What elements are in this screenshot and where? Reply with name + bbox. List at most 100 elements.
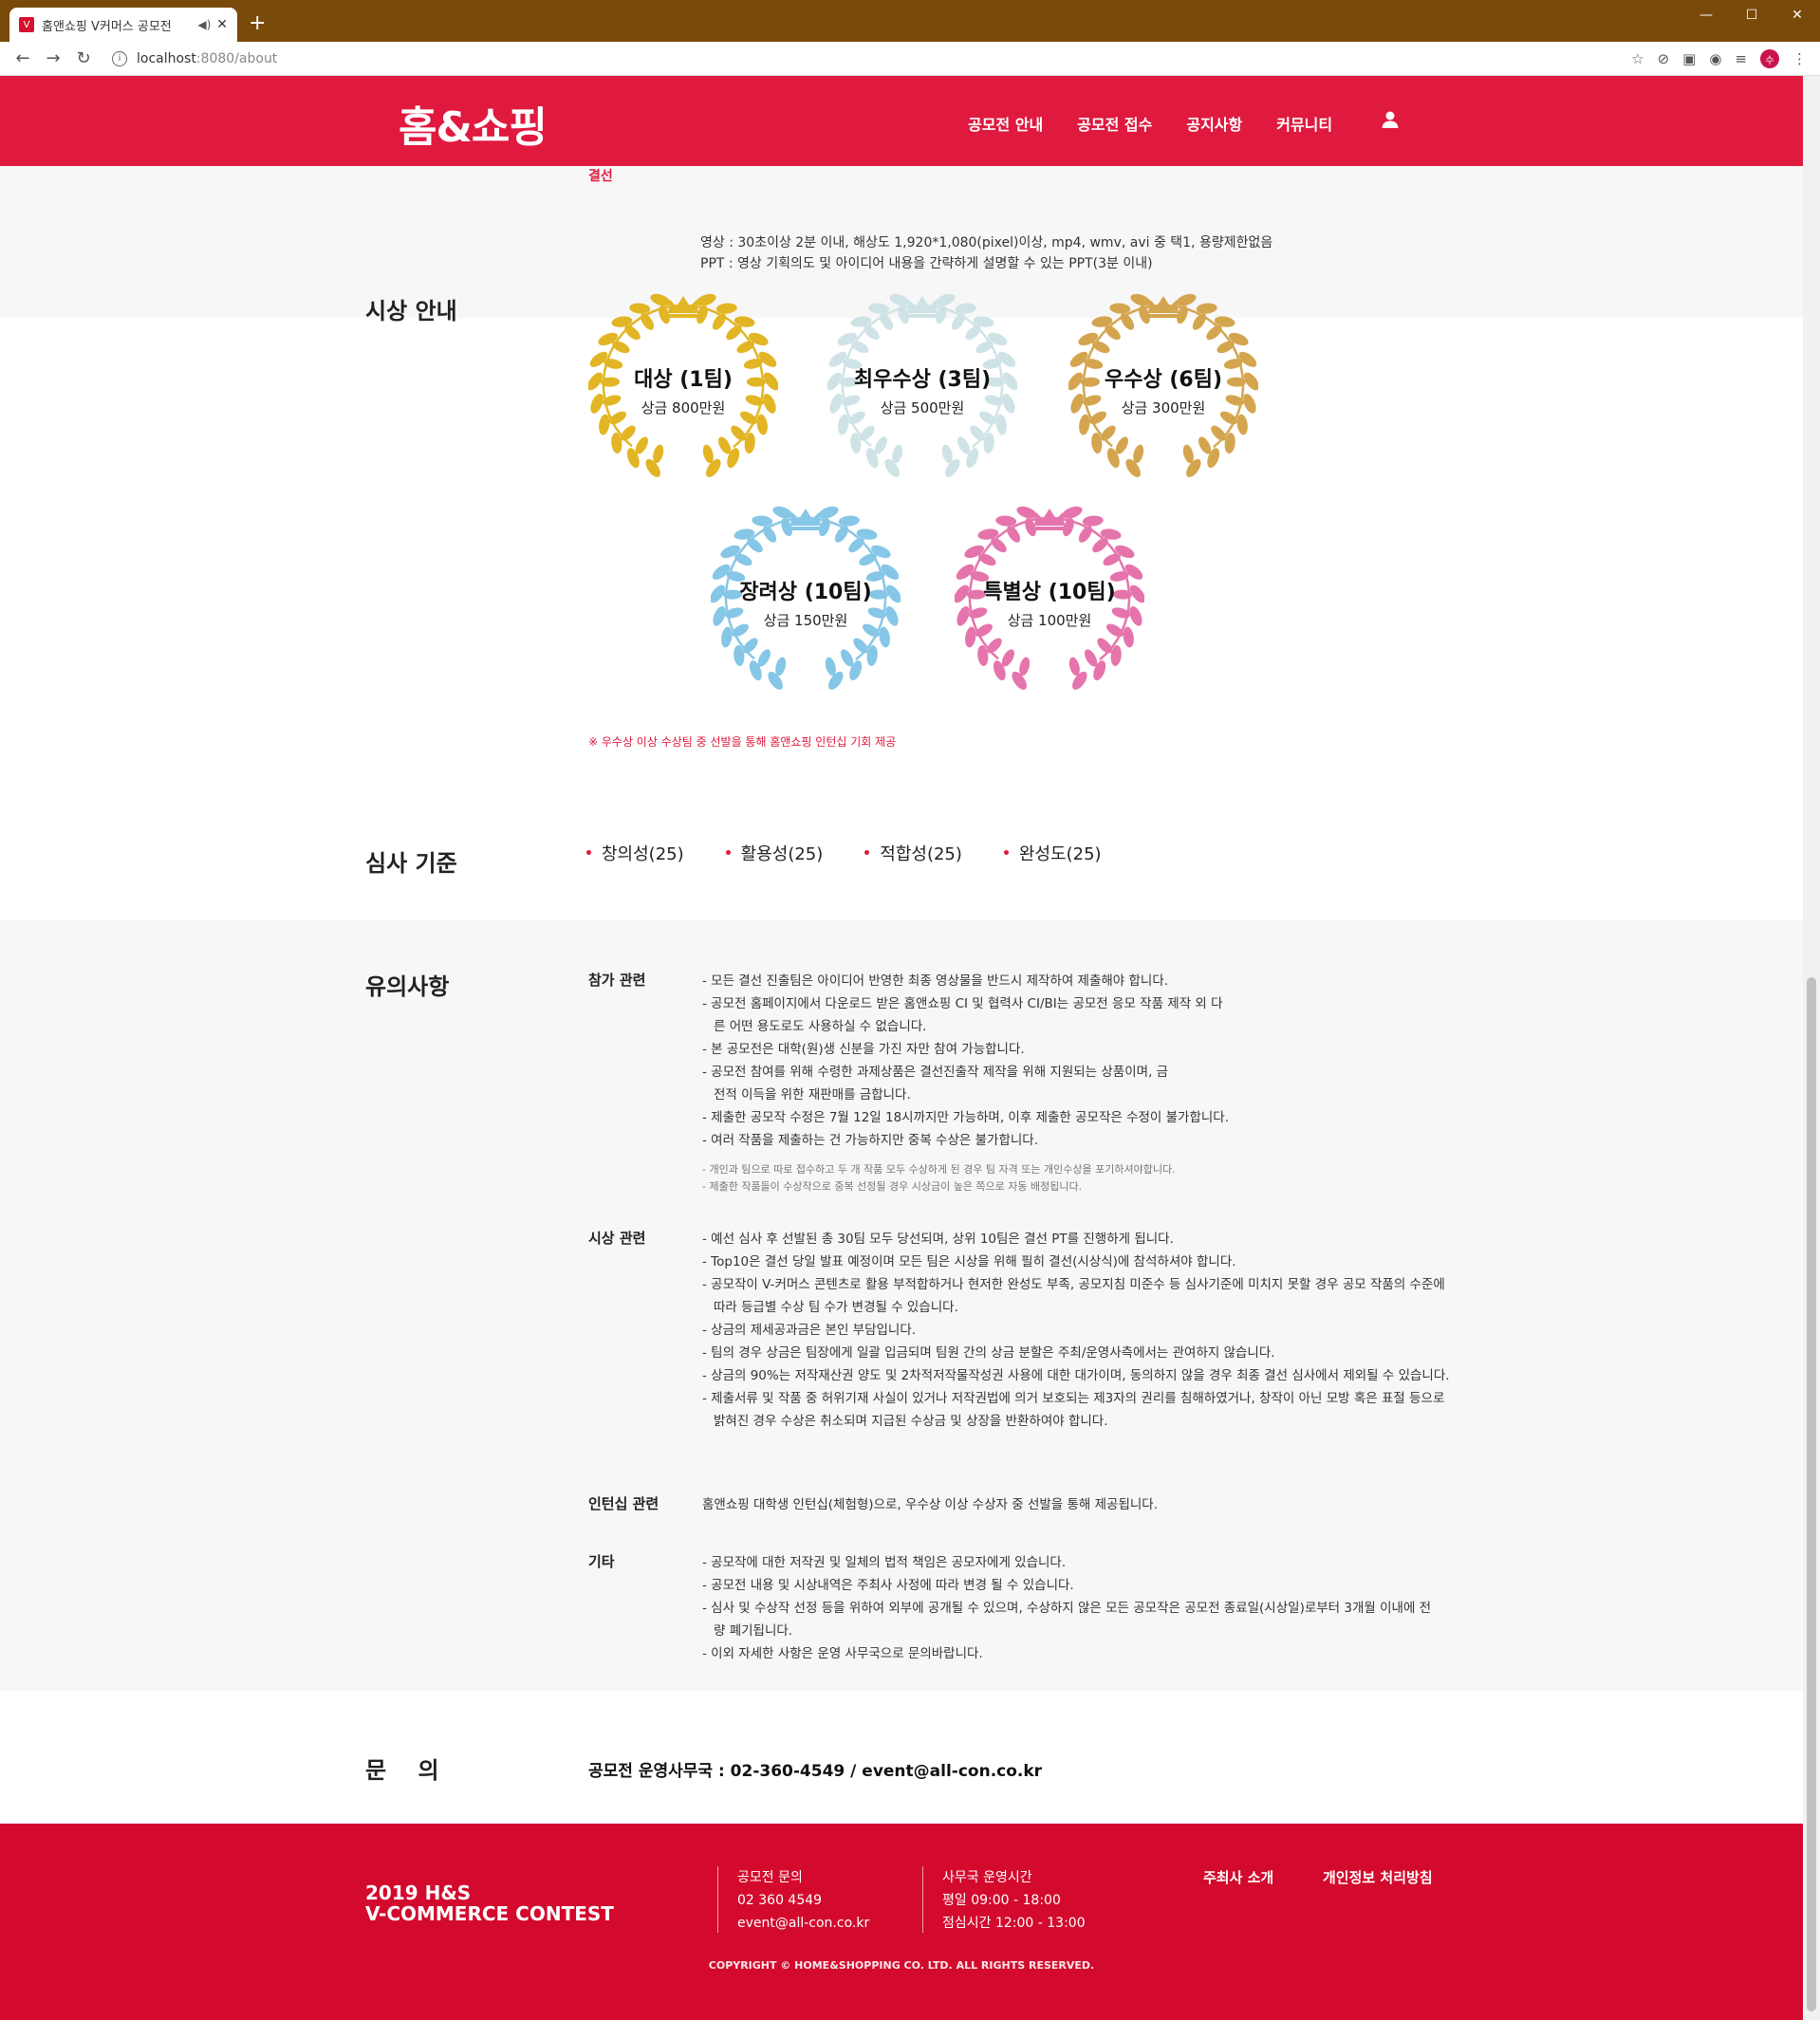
contact-title: 문 의 xyxy=(365,1757,439,1784)
footer-brand-line1: 2019 H&S xyxy=(365,1881,472,1904)
footer-hours-lunch: 점심시간 12:00 - 13:00 xyxy=(942,1916,1086,1931)
notice-group-body: - 공모작에 대한 저작권 및 일체의 법적 책임은 공모자에게 있습니다. -… xyxy=(702,1551,1442,1665)
speaker-icon[interactable]: ◀) xyxy=(197,18,211,31)
footer-contact-heading: 공모전 문의 xyxy=(737,1870,803,1885)
notice-item: - 공모전 참여를 위해 수령한 과제상품은 결선진출작 제작을 위해 지원되는… xyxy=(702,1065,1169,1103)
extension-icon[interactable]: ▣ xyxy=(1682,50,1696,67)
footer-email[interactable]: event@all-con.co.kr xyxy=(737,1912,869,1935)
main-nav: 공모전 안내 공모전 접수 공지사항 커뮤니티 xyxy=(968,112,1332,135)
award-name: 대상 (1팀) xyxy=(634,368,733,392)
award-grand: 대상 (1팀) 상금 800만원 xyxy=(588,288,778,478)
notice-group-body: 홈앤쇼핑 대학생 인턴십(체험형)으로, 우수상 이상 수상자 중 선발을 통해… xyxy=(702,1493,1461,1516)
notice-group-title: 기타 xyxy=(588,1553,615,1570)
award-name: 최우수상 (3팀) xyxy=(853,368,992,392)
notice-item: - Top10은 결선 당일 발표 예정이며 모든 팀은 시상을 위해 필히 결… xyxy=(702,1254,1236,1269)
notice-small-note: - 제출한 작품들이 수상작으로 중복 선정될 경우 시상금이 높은 쪽으로 자… xyxy=(702,1180,1083,1193)
notice-item: - 심사 및 수상작 선정 등을 위하여 외부에 공개될 수 있으며, 수상하지… xyxy=(702,1601,1432,1639)
nav-about[interactable]: 공모전 안내 xyxy=(968,112,1043,135)
browser-tab[interactable]: V 홈앤쇼핑 V커머스 공모전 ◀) ✕ xyxy=(9,8,237,42)
award-prize: 상금 800만원 xyxy=(641,399,726,417)
page-scrollbar[interactable] xyxy=(1803,76,1820,2020)
notice-group-title: 인턴십 관련 xyxy=(588,1495,659,1512)
awards-title: 시상 안내 xyxy=(365,298,457,324)
notice-item: - 상금의 90%는 저작재산권 양도 및 2차적저작물작성권 사용에 대한 대… xyxy=(702,1368,1450,1383)
forward-icon[interactable]: → xyxy=(38,48,68,68)
notice-group-body: - 모든 결선 진출팀은 아이디어 반영한 최종 영상물을 반드시 제작하여 제… xyxy=(702,970,1461,1195)
notice-item: - 공모전 내용 및 시상내역은 주최사 사정에 따라 변경 될 수 있습니다. xyxy=(702,1578,1074,1593)
award-name: 우수상 (6팀) xyxy=(1104,368,1223,392)
scrollbar-thumb[interactable] xyxy=(1807,977,1816,2011)
criteria-item: 적합성(25) xyxy=(864,841,962,865)
footer-brand-line2: V-COMMERCE CONTEST xyxy=(365,1902,614,1925)
page-viewport: 결선 영상 : 30초이상 2분 이내, 해상도 1,920*1,080(pix… xyxy=(0,76,1803,2020)
award-note: ※ 우수상 이상 수상팀 중 선발을 통해 홈앤쇼핑 인턴십 기회 제공 xyxy=(588,735,897,749)
info-icon[interactable]: i xyxy=(112,50,127,66)
site-footer: 2019 H&S V-COMMERCE CONTEST 공모전 문의 02 36… xyxy=(0,1824,1803,2020)
minimize-icon[interactable]: — xyxy=(1683,0,1729,30)
media-icon[interactable]: ≡ xyxy=(1735,50,1747,67)
award-encouragement: 장려상 (10팀) 상금 150만원 xyxy=(711,501,901,691)
footer-hours-col: 사무국 운영시간 평일 09:00 - 18:00 점심시간 12:00 - 1… xyxy=(922,1866,1086,1933)
notice-item: - 공모작이 V-커머스 콘텐츠로 활용 부적합하거나 현저한 완성도 부족, … xyxy=(702,1277,1445,1315)
new-tab-icon[interactable]: + xyxy=(249,11,266,35)
profile-avatar[interactable]: 수 xyxy=(1760,49,1779,68)
window-controls: — ☐ ✕ xyxy=(1683,0,1820,30)
footer-hours-weekday: 평일 09:00 - 18:00 xyxy=(942,1893,1061,1908)
criteria-item: 창의성(25) xyxy=(586,841,684,865)
footer-phone: 02 360 4549 xyxy=(737,1893,823,1908)
award-prize: 상금 500만원 xyxy=(880,399,965,417)
notice-item: - 제출서류 및 작품 중 허위기재 사실이 있거나 저작권법에 의거 보호되는… xyxy=(702,1391,1445,1429)
extension-icon-2[interactable]: ◉ xyxy=(1709,50,1721,67)
notice-item: - 상금의 제세공과금은 본인 부담입니다. xyxy=(702,1323,917,1338)
footer-host-link[interactable]: 주최사 소개 xyxy=(1203,1867,1273,1887)
award-prize: 상금 100만원 xyxy=(1007,612,1092,629)
nav-submit[interactable]: 공모전 접수 xyxy=(1077,112,1152,135)
notice-item: - 모든 결선 진출팀은 아이디어 반영한 최종 영상물을 반드시 제작하여 제… xyxy=(702,973,1169,989)
prev-section-cut-line: 영상 : 30초이상 2분 이내, 해상도 1,920*1,080(pixel)… xyxy=(700,235,1273,250)
site-logo[interactable]: 홈&쇼핑 xyxy=(399,93,548,154)
award-name: 장려상 (10팀) xyxy=(739,581,872,604)
browser-titlebar: V 홈앤쇼핑 V커머스 공모전 ◀) ✕ + — ☐ ✕ xyxy=(0,0,1820,42)
site-header: 홈&쇼핑 공모전 안내 공모전 접수 공지사항 커뮤니티 xyxy=(0,76,1803,166)
footer-contact-col: 공모전 문의 02 360 4549 event@all-con.co.kr xyxy=(717,1866,869,1933)
tab-title: 홈앤쇼핑 V커머스 공모전 xyxy=(42,19,172,34)
nav-community[interactable]: 커뮤니티 xyxy=(1276,112,1332,135)
notice-group-body: - 예선 심사 후 선발된 총 30팀 모두 당선되며, 상위 10팀은 결선 … xyxy=(702,1228,1452,1433)
back-icon[interactable]: ← xyxy=(8,48,38,68)
url-host: localhost xyxy=(137,50,196,66)
menu-dots-icon[interactable]: ⋮ xyxy=(1792,50,1807,67)
award-excellence: 최우수상 (3팀) 상금 500만원 xyxy=(827,288,1017,478)
user-icon[interactable] xyxy=(1381,110,1400,129)
notice-group-title: 참가 관련 xyxy=(588,972,646,989)
criteria-title: 심사 기준 xyxy=(365,850,457,877)
close-tab-icon[interactable]: ✕ xyxy=(216,17,228,32)
reload-icon[interactable]: ↻ xyxy=(68,48,99,68)
notice-item: - 공모작에 대한 저작권 및 일체의 법적 책임은 공모자에게 있습니다. xyxy=(702,1555,1067,1570)
prev-section-label: 결선 xyxy=(588,169,613,184)
notice-item: - 예선 심사 후 선발된 총 30팀 모두 당선되며, 상위 10팀은 결선 … xyxy=(702,1232,1174,1247)
nav-notice[interactable]: 공지사항 xyxy=(1186,112,1242,135)
address-bar: ← → ↻ i localhost:8080/about ☆ ⊘ ▣ ◉ ≡ 수… xyxy=(0,42,1820,76)
footer-brand: 2019 H&S V-COMMERCE CONTEST xyxy=(365,1882,614,1924)
notice-group-title: 시상 관련 xyxy=(588,1230,646,1247)
award-merit: 우수상 (6팀) 상금 300만원 xyxy=(1068,288,1258,478)
award-prize: 상금 300만원 xyxy=(1121,399,1206,417)
notice-item: - 이외 자세한 사항은 운영 사무국으로 문의바랍니다. xyxy=(702,1646,983,1661)
notice-item: - 공모전 홈페이지에서 다운로드 받은 홈앤쇼핑 CI 및 협력사 CI/BI… xyxy=(702,996,1223,1034)
contact-text: 공모전 운영사무국 : 02-360-4549 / event@all-con.… xyxy=(588,1762,1043,1781)
award-name: 특별상 (10팀) xyxy=(983,581,1116,604)
award-prize: 상금 150만원 xyxy=(763,612,848,629)
footer-privacy-link[interactable]: 개인정보 처리방침 xyxy=(1323,1867,1433,1887)
maximize-icon[interactable]: ☐ xyxy=(1729,0,1774,30)
criteria-item: 완성도(25) xyxy=(1003,841,1102,865)
notice-item: - 팀의 경우 상금은 팀장에게 일괄 입금되며 팀원 간의 상금 분할은 주최… xyxy=(702,1345,1275,1361)
award-special: 특별상 (10팀) 상금 100만원 xyxy=(955,501,1144,691)
window-close-icon[interactable]: ✕ xyxy=(1774,0,1820,30)
url-field[interactable]: i localhost:8080/about xyxy=(112,50,277,66)
notice-item: 홈앤쇼핑 대학생 인턴십(체험형)으로, 우수상 이상 수상자 중 선발을 통해… xyxy=(702,1497,1159,1512)
criteria-list: 창의성(25) 활용성(25) 적합성(25) 완성도(25) xyxy=(586,841,1102,865)
bookmark-star-icon[interactable]: ☆ xyxy=(1631,50,1644,67)
block-extension-icon[interactable]: ⊘ xyxy=(1658,50,1670,67)
notice-item: - 본 공모전은 대학(원)생 신분을 가진 자만 참여 가능합니다. xyxy=(702,1042,1025,1057)
prev-section-line: PPT : 영상 기획의도 및 아이디어 내용을 간략하게 설명할 수 있는 P… xyxy=(700,256,1153,271)
